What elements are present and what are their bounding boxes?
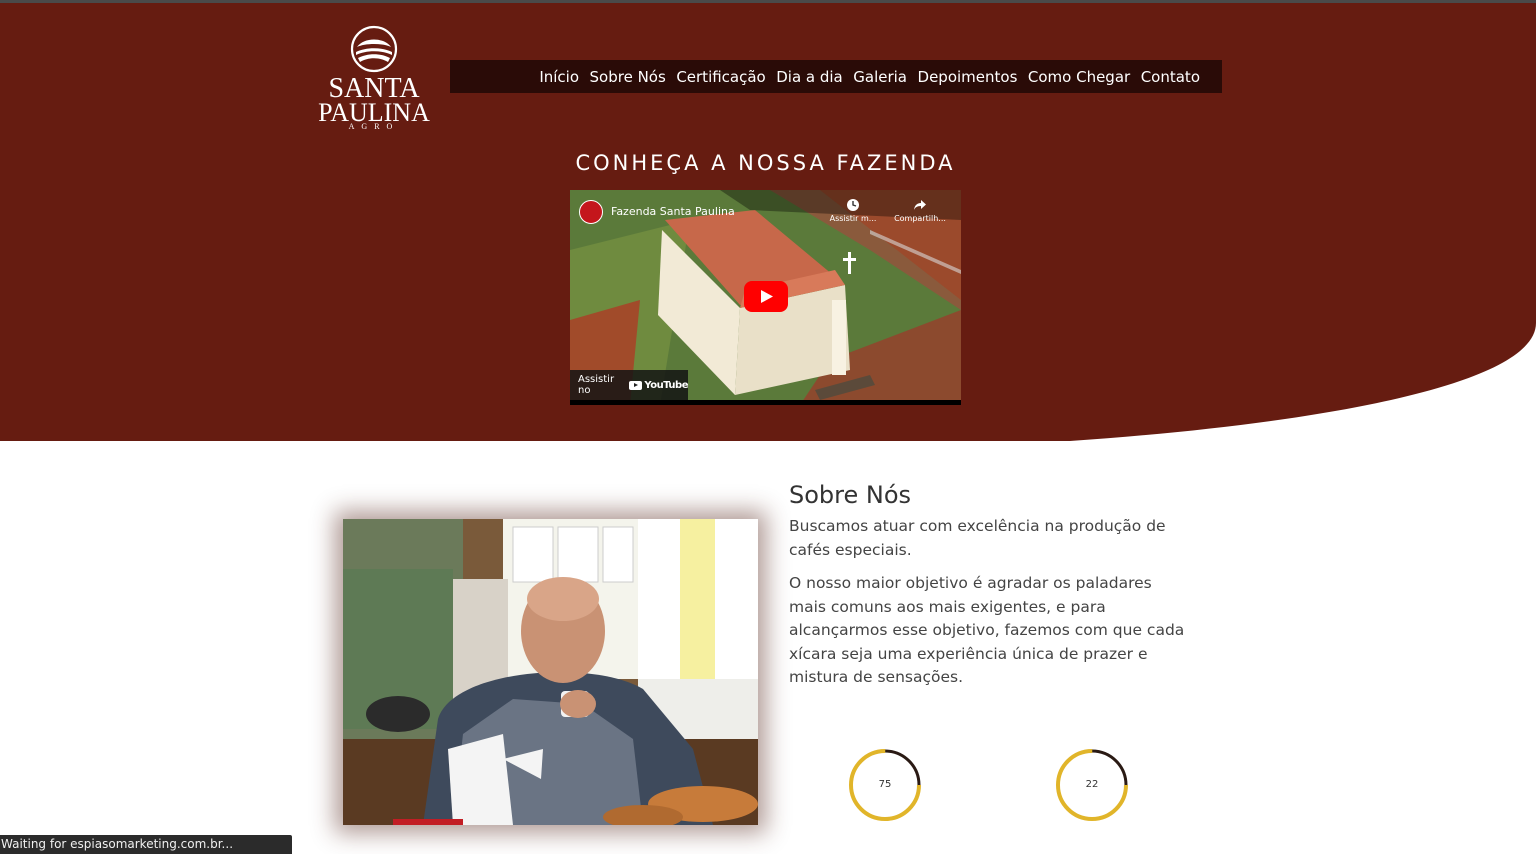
browser-status-bar: Waiting for espiasomarketing.com.br... (0, 835, 292, 854)
youtube-video-embed[interactable]: Fazenda Santa Paulina Assistir m... Comp… (570, 190, 961, 405)
nav-item-dia-a-dia[interactable]: Dia a dia (776, 68, 843, 86)
nav-item-certificacao[interactable]: Certificação (676, 68, 765, 86)
founder-photo-image (343, 519, 758, 825)
share-label: Compartilh... (894, 214, 946, 223)
logo-text-line3: AGRO (348, 122, 400, 131)
about-paragraph-1: Buscamos atuar com excelência na produçã… (789, 517, 1166, 559)
watch-on-youtube-button[interactable]: Assistir no YouTube (570, 370, 688, 400)
nav-item-galeria[interactable]: Galeria (853, 68, 907, 86)
share-arrow-icon (914, 200, 926, 210)
watch-on-label: Assistir no (578, 374, 615, 396)
share-button[interactable]: Compartilh... (893, 198, 947, 223)
video-bottom-bar (570, 400, 961, 405)
stat-counter-1: 75 (848, 748, 922, 822)
youtube-wordmark: YouTube (644, 379, 688, 391)
play-button-icon[interactable] (744, 281, 788, 312)
nav-item-depoimentos[interactable]: Depoimentos (918, 68, 1018, 86)
about-paragraph-2: O nosso maior objetivo é agradar os pala… (789, 574, 1185, 686)
watch-later-button[interactable]: Assistir m... (828, 198, 878, 223)
about-title: Sobre Nós (789, 481, 912, 509)
main-navigation: Início Sobre Nós Certificação Dia a dia … (450, 60, 1222, 93)
channel-avatar-icon[interactable] (579, 200, 603, 224)
nav-item-sobre-nos[interactable]: Sobre Nós (590, 68, 666, 86)
watch-later-label: Assistir m... (829, 214, 877, 223)
founder-photo (343, 519, 758, 825)
youtube-logo: YouTube (629, 380, 688, 391)
nav-item-inicio[interactable]: Início (539, 68, 579, 86)
counter-value-1: 75 (878, 779, 892, 790)
nav-item-contato[interactable]: Contato (1141, 68, 1200, 86)
coffee-landscape-emblem-icon (350, 25, 398, 73)
hero-section: SANTA PAULINA AGRO Início Sobre Nós Cert… (0, 3, 1536, 441)
nav-item-como-chegar[interactable]: Como Chegar (1028, 68, 1130, 86)
clock-icon (847, 199, 859, 211)
hero-title: CONHEÇA A NOSSA FAZENDA (575, 151, 956, 175)
video-title[interactable]: Fazenda Santa Paulina (611, 205, 735, 218)
stat-counter-2: 22 (1055, 748, 1129, 822)
counter-value-2: 22 (1085, 779, 1099, 790)
youtube-icon (629, 380, 643, 390)
site-logo[interactable]: SANTA PAULINA AGRO (318, 25, 430, 135)
